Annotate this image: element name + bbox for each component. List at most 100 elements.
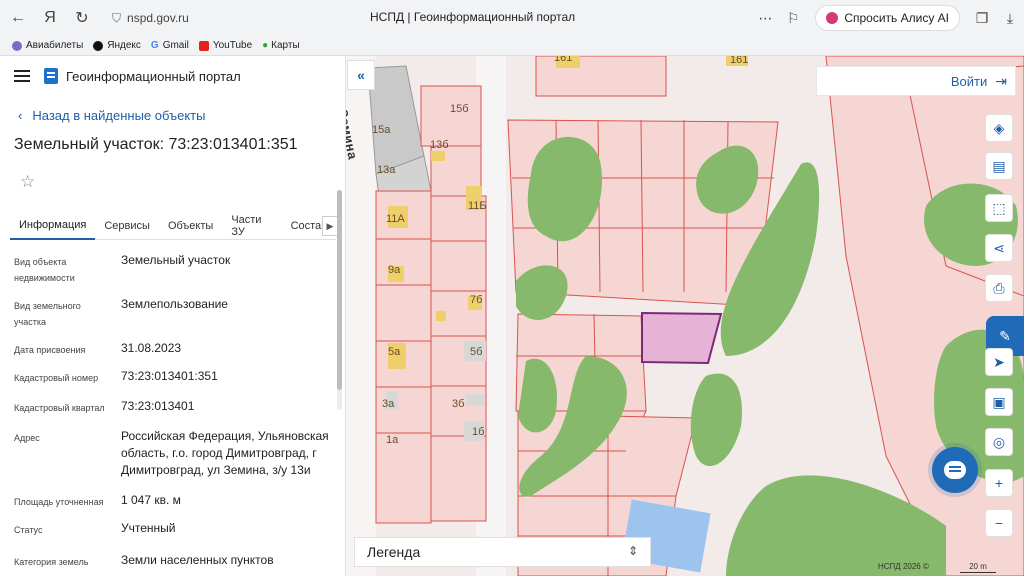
- legend-dropdown[interactable]: Легенда ⇕: [354, 537, 651, 567]
- chevron-left-icon: ‹: [18, 108, 23, 123]
- legend-label: Легенда: [367, 544, 421, 560]
- bookmark-aviabilety[interactable]: Авиабилеты: [12, 40, 83, 51]
- property-value: 73:23:013401: [121, 399, 195, 413]
- property-value: Земельный участок: [121, 253, 231, 267]
- zoom-in-icon[interactable]: +: [985, 469, 1013, 497]
- select-area-icon[interactable]: ⬚: [985, 194, 1013, 222]
- map-copyright: НСПД 2026 ©: [878, 562, 929, 571]
- back-link-label: Назад в найденные объекты: [32, 108, 206, 123]
- url-text: nspd.gov.ru: [127, 11, 189, 25]
- house-number-label: 161: [554, 56, 573, 64]
- yandex-icon[interactable]: Я: [36, 4, 64, 32]
- layers-icon[interactable]: ◈: [985, 114, 1013, 142]
- property-value: Российская Федерация, Ульяновская област…: [121, 429, 329, 477]
- browser-actions: ⋯ ⚐ Спросить Алису AI ❐ ⤓: [751, 4, 1024, 32]
- house-number-label: 13б: [430, 139, 449, 151]
- globe-icon: [12, 40, 22, 51]
- menu-icon[interactable]: [14, 70, 30, 82]
- locate-icon[interactable]: ◎: [985, 428, 1013, 456]
- navigation-icon[interactable]: ➤: [985, 348, 1013, 376]
- house-number-label: 3а: [382, 398, 395, 410]
- login-icon: ⇥: [995, 72, 1007, 89]
- portal-logo-icon: [44, 68, 58, 84]
- property-value: 73:23:013401:351: [121, 369, 218, 383]
- reload-icon[interactable]: ↻: [68, 4, 96, 32]
- chat-button[interactable]: [932, 447, 978, 493]
- property-label: Статус: [14, 525, 43, 535]
- ask-alice-button[interactable]: Спросить Алису AI: [815, 5, 960, 31]
- alice-icon: [826, 12, 839, 24]
- property-value: Землепользование: [121, 297, 228, 311]
- bookmarks-bar: Авиабилеты Яндекс G Gmail YouTube ● Карты: [0, 36, 1024, 56]
- shield-icon: ⛉: [112, 10, 122, 25]
- portal-name: Геоинформационный портал: [66, 68, 241, 84]
- property-label: Категория земель: [14, 557, 89, 567]
- login-button[interactable]: Войти ⇥: [816, 66, 1016, 96]
- property-label: Кадастровый номер: [14, 373, 99, 383]
- house-number-label: 7б: [470, 294, 483, 306]
- object-title: Земельный участок: 73:23:013401:351: [14, 136, 298, 153]
- print-icon[interactable]: ⎙: [985, 274, 1013, 302]
- house-number-label: 161: [730, 56, 749, 66]
- extensions-icon[interactable]: ❐: [968, 4, 996, 32]
- property-label: Вид земельного участка: [14, 301, 81, 327]
- share-icon[interactable]: ⋖: [985, 234, 1013, 262]
- google-icon: G: [150, 40, 159, 51]
- house-number-label: 5а: [388, 346, 401, 358]
- ruler-icon[interactable]: ▤: [985, 152, 1013, 180]
- house-number-label: 9а: [388, 264, 401, 276]
- ask-alice-label: Спросить Алису AI: [844, 11, 949, 25]
- object-info-panel: Геоинформационный портал ‹ Назад в найде…: [0, 56, 346, 576]
- bookmark-youtube[interactable]: YouTube: [198, 40, 252, 51]
- page-title: НСПД | Геоинформационный портал: [370, 10, 576, 24]
- tabs-scroll-right-icon[interactable]: ▶: [322, 216, 338, 236]
- more-icon[interactable]: ⋯: [751, 4, 779, 32]
- bookmark-icon[interactable]: ⚐: [779, 4, 807, 32]
- panel-scrollbar-thumb[interactable]: [337, 190, 342, 390]
- tab-parts[interactable]: Части ЗУ: [222, 212, 281, 240]
- house-number-label: 11А: [386, 213, 405, 225]
- cadastral-map[interactable]: Земина 161 161 15б 15а 13б 13а 11А 11Б 9…: [346, 56, 1024, 576]
- property-label: Дата присвоения: [14, 345, 86, 355]
- yandex-plus-icon: [93, 40, 104, 51]
- panel-header: Геоинформационный портал: [14, 66, 241, 86]
- address-bar[interactable]: ⛉ nspd.gov.ru: [104, 5, 197, 31]
- chevron-updown-icon: ⇕: [627, 544, 638, 558]
- house-number-label: 1б: [472, 426, 485, 438]
- house-number-label: 5б: [470, 346, 483, 358]
- property-value: Учтенный: [121, 521, 176, 535]
- collapse-panel-button[interactable]: «: [347, 60, 375, 90]
- bookmark-yandex[interactable]: Яндекс: [93, 40, 141, 51]
- chat-icon: [944, 461, 966, 479]
- house-number-label: 1а: [386, 434, 399, 446]
- tab-services[interactable]: Сервисы: [95, 212, 159, 240]
- login-label: Войти: [950, 73, 988, 89]
- house-number-label: 15б: [450, 103, 469, 115]
- zoom-out-icon[interactable]: −: [985, 509, 1013, 537]
- map-scale: 20 m: [960, 562, 996, 573]
- back-arrow-icon[interactable]: ←: [4, 4, 32, 32]
- property-value: Земли населенных пунктов: [121, 553, 274, 567]
- bookmark-gmail[interactable]: G Gmail: [151, 40, 189, 51]
- tab-information[interactable]: Информация: [10, 212, 96, 240]
- property-value: 31.08.2023: [121, 341, 182, 355]
- download-icon[interactable]: ⤓: [996, 4, 1024, 32]
- house-number-label: 3б: [452, 398, 465, 410]
- tab-objects[interactable]: Объекты: [159, 212, 222, 240]
- property-label: Вид объекта недвижимости: [14, 257, 75, 283]
- map-pin-icon: ●: [262, 40, 269, 51]
- property-label: Кадастровый квартал: [14, 403, 105, 413]
- favorite-star-icon[interactable]: ☆: [20, 172, 35, 192]
- property-value: 1 047 кв. м: [121, 493, 181, 507]
- property-label: Площадь уточненная: [14, 497, 104, 507]
- house-number-label: 11Б: [468, 200, 487, 212]
- youtube-icon: [198, 40, 209, 51]
- back-to-results-link[interactable]: ‹ Назад в найденные объекты: [18, 108, 205, 123]
- property-label: Адрес: [14, 433, 40, 443]
- info-tabs: Информация Сервисы Объекты Части ЗУ Сост…: [10, 212, 338, 240]
- house-number-label: 15а: [372, 124, 391, 136]
- minimap-icon[interactable]: ▣: [985, 388, 1013, 416]
- bookmark-maps[interactable]: ● Карты: [262, 40, 300, 51]
- map-canvas[interactable]: [346, 56, 1024, 576]
- house-number-label: 13а: [377, 164, 396, 176]
